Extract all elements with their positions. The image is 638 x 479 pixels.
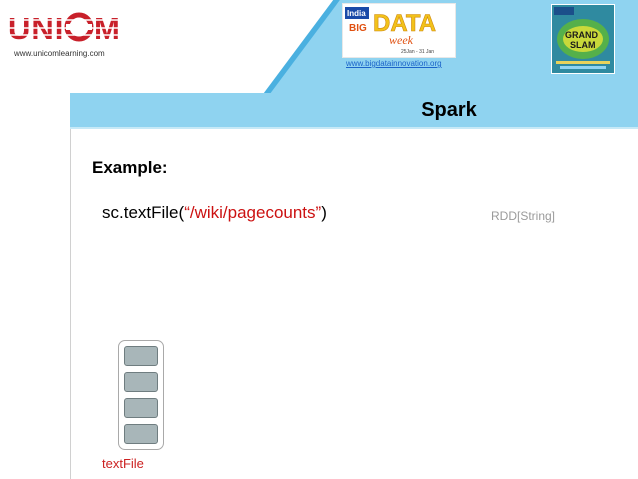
unicom-logo: UNI M (6, 11, 144, 44)
grand-slam-poster: GRAND SLAM (551, 4, 615, 74)
svg-text:week: week (389, 33, 414, 47)
big-data-week-logo: India BIG DATA week 25Jan - 31 Jan (342, 3, 456, 58)
rdd-partition (124, 398, 158, 418)
code-line: sc.textFile(“/wiki/pagecounts”) (102, 203, 327, 223)
rdd-partition (124, 424, 158, 444)
code-string-literal: “/wiki/pagecounts” (184, 203, 322, 222)
code-suffix: ) (321, 203, 327, 222)
event-url[interactable]: www.bigdatainnovation.org (346, 59, 442, 68)
unicom-url[interactable]: www.unicomlearning.com (14, 49, 105, 58)
left-margin-rule (70, 129, 71, 479)
svg-text:SLAM: SLAM (570, 40, 596, 50)
svg-text:BIG: BIG (349, 23, 367, 34)
svg-text:GRAND: GRAND (565, 30, 598, 40)
rdd-partition (124, 372, 158, 392)
rdd-partition (124, 346, 158, 366)
svg-text:25Jan - 31 Jan: 25Jan - 31 Jan (401, 49, 434, 55)
svg-text:India: India (347, 9, 366, 18)
slide-title: Spark (421, 99, 477, 121)
rdd-label: textFile (102, 456, 144, 471)
code-prefix: sc.textFile( (102, 203, 185, 222)
title-bar-shadow (70, 127, 638, 129)
example-heading: Example: (92, 158, 168, 177)
rdd-type-label: RDD[String] (491, 209, 556, 223)
rdd-diagram (118, 340, 164, 450)
